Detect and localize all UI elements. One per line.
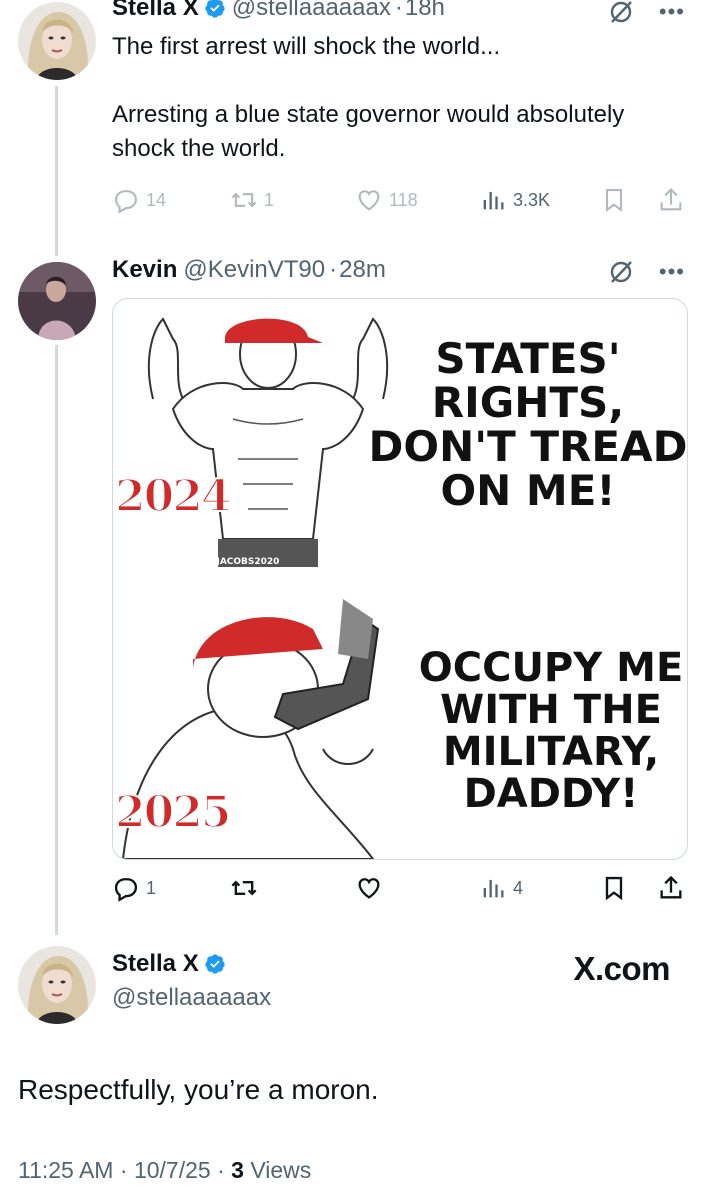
share-button[interactable] [657,874,685,902]
tweet-time[interactable]: 11:25 AM [18,1157,113,1183]
reply-count: 1 [146,877,157,898]
grok-icon[interactable] [607,0,635,26]
bookmark-button[interactable] [600,186,628,214]
separator-dot: · [119,1157,128,1183]
meme-top-caption-line: ON ME! [440,466,616,516]
bookmark-button[interactable] [600,874,628,902]
tweet-top-actions: ••• [607,0,685,26]
views-button[interactable]: 3.3K [479,186,550,214]
like-count: 118 [389,189,418,210]
author-name[interactable]: Stella X [112,0,199,22]
thread-connector-line [55,345,58,935]
avatar[interactable] [18,946,96,1024]
x-brand-logo: X.com [573,950,670,987]
reply-icon [112,186,140,214]
verified-badge-icon [204,0,226,19]
meme-year-2024: 2024 [114,470,232,523]
meme-image[interactable]: STATES' RIGHTS, DON'T TREAD ON ME! 2024 … [112,298,688,860]
meme-bottom-caption: OCCUPY ME WITH THE MILITARY, DADDY! [413,645,687,817]
author-handle[interactable]: @stellaaaaaax [112,984,271,1012]
author-handle[interactable]: @KevinVT90 [183,256,325,284]
meme-top-caption-line: DON'T TREAD [368,422,688,472]
meme-watermark: @SJACOBS2020 [201,557,280,567]
repost-count: 1 [264,189,275,210]
tweet-text: Respectfully, you’re a moron. [18,1074,379,1105]
repost-icon [230,874,258,902]
meme-bottom-caption-line: MILITARY, [442,729,660,775]
reply-button[interactable]: 1 [112,874,156,902]
views-label: Views [250,1157,312,1183]
tweet-top-actions: ••• [607,258,685,286]
share-icon [657,874,685,902]
share-button[interactable] [657,186,685,214]
tweet-header: Kevin @KevinVT90 · 28m [112,256,386,284]
meme-top-caption-line: RIGHTS, [431,378,625,428]
flexing-figure-drawing [147,317,389,567]
views-button[interactable]: 4 [479,874,523,902]
author-handle[interactable]: @stellaaaaaax [232,0,391,22]
tweet-date[interactable]: 10/7/25 [134,1157,211,1183]
thread-connector-line [55,86,58,256]
repost-button[interactable]: 1 [230,186,274,214]
tweet-actions-bar: 1 4 [112,874,687,904]
bookmark-icon [600,874,628,902]
reply-icon [112,874,140,902]
meme-top-caption-line: STATES' [435,334,621,383]
heart-icon [355,186,383,214]
grok-icon[interactable] [607,258,635,286]
views-chart-icon [479,186,507,214]
author-name[interactable]: Stella X [112,950,199,978]
views-chart-icon [479,874,507,902]
separator-dot: · [329,256,338,283]
tweet-actions-bar: 14 1 118 3.3K [112,186,687,216]
reply-count: 14 [146,189,167,210]
tweet-header: Stella X @stellaaaaaax · 18h [112,0,445,22]
bookmark-icon [600,186,628,214]
timestamp[interactable]: 28m [339,256,386,284]
separator-dot: · [217,1157,225,1183]
verified-badge-icon [204,953,226,975]
more-dots-icon[interactable]: ••• [659,1,685,23]
tweet-metadata: 11:25 AM · 10/7/25 · 3 Views [18,1157,311,1184]
meme-year-2025: 2025 [114,786,232,839]
separator-dot: · [394,0,403,21]
repost-button[interactable] [230,874,258,902]
meme-bottom-caption-line: OCCUPY ME [418,645,684,691]
views-count: 3 [231,1157,244,1183]
like-button[interactable] [355,874,383,902]
avatar[interactable] [18,262,96,340]
timestamp[interactable]: 18h [405,0,445,22]
views-count: 4 [513,877,524,898]
more-dots-icon[interactable]: ••• [659,261,685,283]
repost-icon [230,186,258,214]
main-tweet-author: Stella X @stellaaaaaax [112,950,271,1012]
avatar[interactable] [18,2,96,80]
meme-top-caption: STATES' RIGHTS, DON'T TREAD ON ME! [368,334,688,516]
tweet-text: The first arrest will shock the world...… [112,33,625,162]
meme-bottom-caption-line: WITH THE [440,687,662,733]
author-name[interactable]: Kevin [112,256,177,284]
like-button[interactable]: 118 [355,186,418,214]
reply-button[interactable]: 14 [112,186,166,214]
share-icon [657,186,685,214]
views-count: 3.3K [513,189,551,210]
meme-bottom-caption-line: DADDY! [463,771,639,817]
heart-icon [355,874,383,902]
